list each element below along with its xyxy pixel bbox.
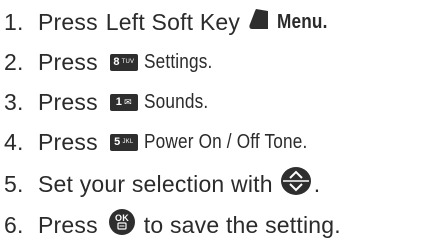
directional-key-icon — [280, 166, 312, 202]
step-text: Power On / Off Tone. — [143, 130, 308, 153]
key-1-icon: 1 ✉ — [109, 93, 138, 111]
step-4: 4. Press 5 JKL Power On / Off Tone. — [4, 124, 334, 160]
step-verb: Press — [38, 8, 98, 35]
step-number: 4. — [4, 128, 24, 155]
step-text: Set your selection with — [38, 170, 273, 197]
step-5: 5. Set your selection with . — [4, 166, 320, 202]
step-verb: Press — [38, 88, 98, 115]
step-verb: Press — [38, 211, 98, 238]
svg-text:OK: OK — [115, 213, 129, 223]
step-verb: Press — [38, 128, 98, 155]
instruction-steps: 1. Press Left Soft Key Menu. 2. Press 8T… — [0, 0, 430, 247]
left-soft-key-icon — [247, 7, 271, 37]
step-number: 3. — [4, 88, 24, 115]
step-text: Settings. — [143, 50, 213, 73]
step-text: to save the setting. — [143, 211, 341, 238]
step-2: 2. Press 8 TUV Settings. — [4, 44, 223, 80]
key-8-icon: 8 TUV — [109, 53, 138, 71]
step-number: 1. — [4, 8, 24, 35]
step-verb: Press — [38, 48, 98, 75]
step-6: 6. Press OK to save the setting. — [4, 207, 341, 243]
ok-key-icon: OK — [108, 208, 136, 242]
step-3: 3. Press 1 ✉ Sounds. — [4, 84, 219, 120]
step-number: 6. — [4, 211, 24, 238]
step-text-end: . — [313, 170, 321, 197]
menu-label: Menu. — [277, 10, 328, 33]
key-5-icon: 5 JKL — [109, 133, 138, 151]
step-1: 1. Press Left Soft Key Menu. — [4, 4, 336, 40]
step-text: Sounds. — [143, 90, 209, 113]
step-number: 5. — [4, 170, 24, 197]
step-number: 2. — [4, 48, 24, 75]
step-text: Left Soft Key — [105, 8, 241, 35]
